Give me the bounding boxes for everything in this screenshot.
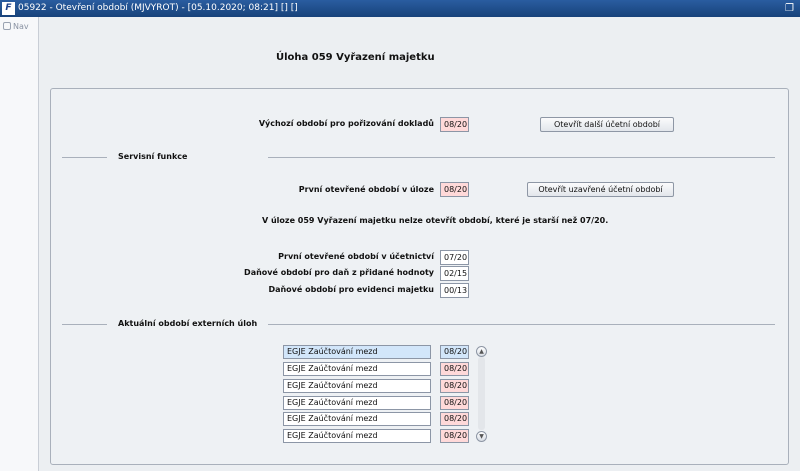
external-task-name[interactable]: EGJE Zaúčtování mezd bbox=[283, 412, 431, 426]
title-bar: F 05922 - Otevření období (MJVYROT) - [0… bbox=[0, 0, 800, 17]
window-title: 05922 - Otevření období (MJVYROT) - [05.… bbox=[18, 3, 298, 13]
vat-period-label: Daňové období pro daň z přidané hodnoty bbox=[244, 268, 434, 277]
external-section-title: Aktuální období externích úloh bbox=[118, 319, 258, 328]
external-task-period[interactable]: 08/20 bbox=[440, 429, 469, 443]
scroll-down-icon[interactable]: ▼ bbox=[476, 431, 487, 442]
asset-period-field: 00/13 bbox=[440, 283, 469, 298]
nav-item[interactable]: Nav bbox=[3, 22, 29, 31]
accounting-period-field: 07/20 bbox=[440, 250, 469, 265]
vat-period-field: 02/15 bbox=[440, 266, 469, 281]
external-task-name[interactable]: EGJE Zaúčtování mezd bbox=[283, 362, 431, 376]
first-open-period-field[interactable]: 08/20 bbox=[440, 182, 469, 197]
open-next-period-button[interactable]: Otevřít další účetní období bbox=[540, 117, 674, 132]
external-task-name[interactable]: EGJE Zaúčtování mezd bbox=[283, 396, 431, 410]
external-task-name[interactable]: EGJE Zaúčtování mezd bbox=[283, 429, 431, 443]
scroll-up-icon[interactable]: ▲ bbox=[476, 346, 487, 357]
nav-label: Nav bbox=[13, 22, 29, 31]
first-open-period-label: První otevřené období v úloze bbox=[298, 185, 434, 194]
external-task-name[interactable]: EGJE Zaúčtování mezd bbox=[283, 345, 431, 359]
scrollbar-track[interactable] bbox=[478, 357, 485, 430]
service-section-title: Servisní funkce bbox=[118, 152, 188, 161]
separator-left bbox=[62, 324, 107, 325]
open-closed-period-button[interactable]: Otevřít uzavřené účetní období bbox=[527, 182, 674, 197]
separator-left bbox=[62, 157, 107, 158]
app-logo-icon: F bbox=[2, 2, 15, 15]
external-task-period[interactable]: 08/20 bbox=[440, 396, 469, 410]
external-task-period[interactable]: 08/20 bbox=[440, 345, 469, 359]
separator-right bbox=[268, 157, 775, 158]
asset-period-label: Daňové období pro evidenci majetku bbox=[268, 285, 434, 294]
page-title: Úloha 059 Vyřazení majetku bbox=[276, 52, 435, 63]
external-task-period[interactable]: 08/20 bbox=[440, 362, 469, 376]
accounting-period-label: První otevřené období v účetnictví bbox=[278, 252, 434, 261]
nav-icon bbox=[3, 22, 11, 30]
restore-window-icon[interactable]: ❐ bbox=[785, 0, 794, 17]
external-task-period[interactable]: 08/20 bbox=[440, 379, 469, 393]
separator-right bbox=[268, 324, 775, 325]
external-task-name[interactable]: EGJE Zaúčtování mezd bbox=[283, 379, 431, 393]
sidebar: Nav bbox=[0, 17, 39, 471]
external-task-period[interactable]: 08/20 bbox=[440, 412, 469, 426]
default-period-label: Výchozí období pro pořizování dokladů bbox=[258, 119, 434, 128]
info-message: V úloze 059 Vyřazení majetku nelze otevř… bbox=[262, 216, 609, 225]
default-period-field[interactable]: 08/20 bbox=[440, 117, 469, 132]
